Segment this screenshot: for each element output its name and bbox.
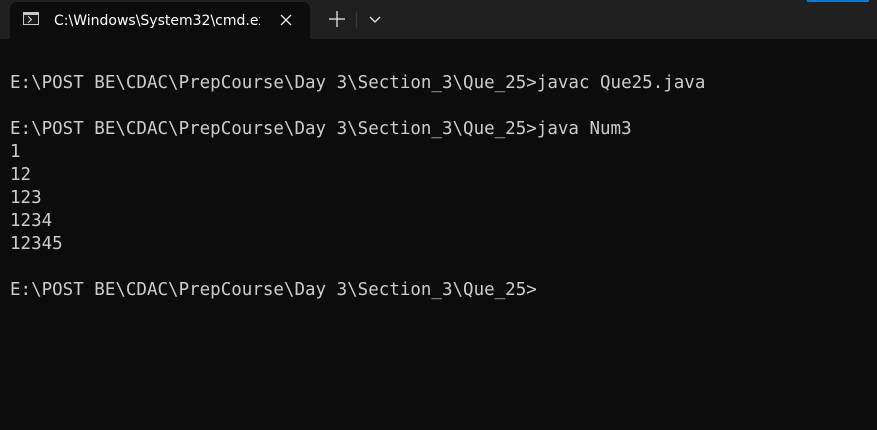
close-icon[interactable] xyxy=(275,9,297,31)
accent-line xyxy=(807,0,869,2)
tab-divider xyxy=(356,12,357,28)
command-prompt: E:\POST BE\CDAC\PrepCourse\Day 3\Section… xyxy=(10,280,537,300)
tab-title: C:\Windows\System32\cmd.exe xyxy=(54,13,260,29)
plus-icon[interactable] xyxy=(323,7,351,31)
console-line: E:\POST BE\CDAC\PrepCourse\Day 3\Section… xyxy=(10,119,632,139)
tab-cmd[interactable]: C:\Windows\System32\cmd.exe xyxy=(10,2,310,39)
terminal-icon xyxy=(23,12,39,25)
tab-bar: C:\Windows\System32\cmd.exe xyxy=(0,0,877,39)
console-line: 1 xyxy=(10,142,21,162)
console-line: 12 xyxy=(10,165,32,185)
chevron-down-icon[interactable] xyxy=(362,7,388,31)
console-output[interactable]: E:\POST BE\CDAC\PrepCourse\Day 3\Section… xyxy=(10,72,870,302)
terminal-window: C:\Windows\System32\cmd.exe E:\POST BE\C… xyxy=(0,0,877,430)
console-line: 1234 xyxy=(10,211,53,231)
console-line: E:\POST BE\CDAC\PrepCourse\Day 3\Section… xyxy=(10,73,706,93)
console-line: 12345 xyxy=(10,234,63,254)
console-line: 123 xyxy=(10,188,42,208)
